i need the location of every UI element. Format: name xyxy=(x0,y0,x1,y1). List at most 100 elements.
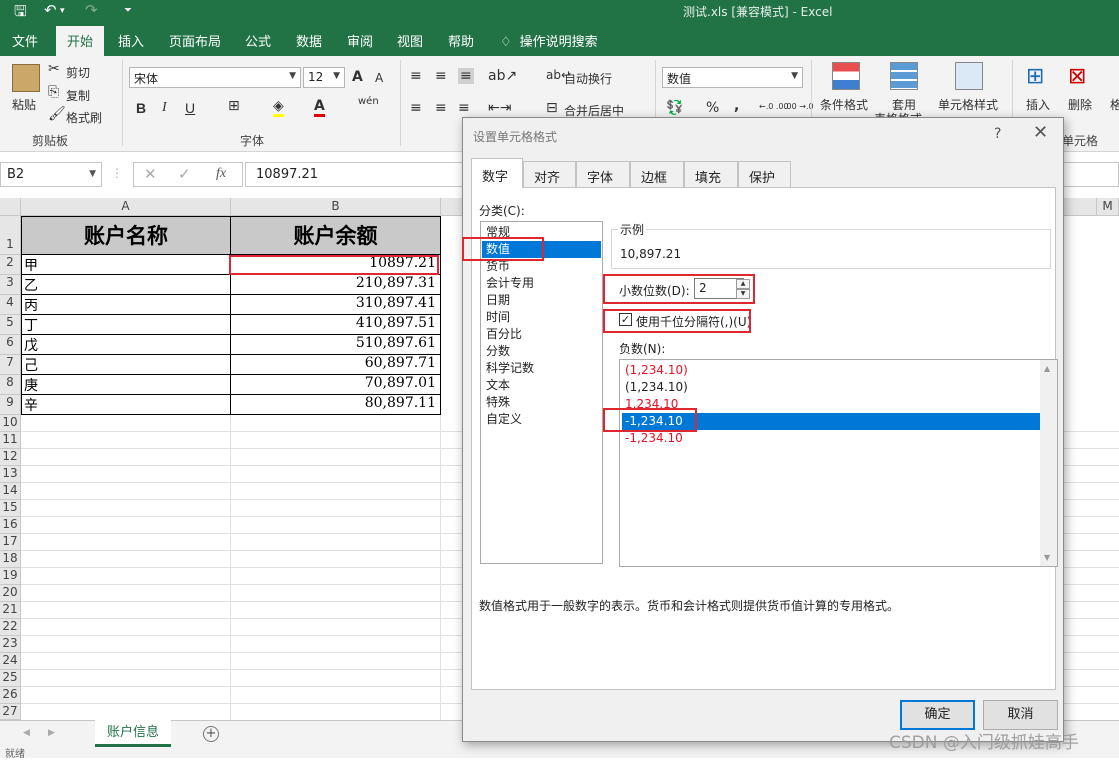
category-item[interactable]: 货币 xyxy=(482,258,601,275)
bold-button[interactable]: B xyxy=(136,100,146,116)
cell-a1[interactable]: 账户名称 xyxy=(21,216,231,255)
negative-format-item[interactable]: 1,234.10 xyxy=(622,396,1042,413)
insert-cells-label[interactable]: 插入 xyxy=(1026,96,1050,113)
underline-button[interactable]: U xyxy=(185,100,195,116)
row-header[interactable]: 11 xyxy=(0,432,21,449)
shrink-font-icon[interactable]: A xyxy=(375,71,383,85)
format-cells-label[interactable]: 格 xyxy=(1110,96,1119,113)
cell-a2[interactable]: 甲 xyxy=(21,254,231,275)
category-item[interactable]: 日期 xyxy=(482,292,601,309)
row-header[interactable]: 3 xyxy=(0,275,21,295)
category-item-selected[interactable]: 数值 xyxy=(482,241,601,258)
phonetic-icon[interactable]: wén xyxy=(358,96,379,107)
enter-icon[interactable]: ✓ xyxy=(178,165,191,183)
indent-icon[interactable]: ⇤⇥ xyxy=(488,100,511,116)
row-header[interactable]: 5 xyxy=(0,315,21,335)
row-header[interactable]: 19 xyxy=(0,568,21,585)
conditional-format-icon[interactable] xyxy=(832,62,860,90)
cell-b6[interactable]: 510,897.61 xyxy=(230,334,441,355)
spin-up-icon[interactable]: ▲ xyxy=(736,279,750,289)
format-painter-label[interactable]: 格式刷 xyxy=(66,109,102,126)
insert-function-icon[interactable]: fx xyxy=(216,166,226,182)
undo-icon[interactable]: ↶ xyxy=(44,1,57,19)
help-icon[interactable]: ? xyxy=(994,126,1001,142)
tell-me-search[interactable]: ♢ 操作说明搜索 xyxy=(500,31,598,50)
format-as-table-icon[interactable] xyxy=(890,62,918,90)
cell-a3[interactable]: 乙 xyxy=(21,274,231,295)
row-header[interactable]: 17 xyxy=(0,534,21,551)
tab-home[interactable]: 开始 xyxy=(56,26,105,56)
cell-b8[interactable]: 70,897.01 xyxy=(230,374,441,395)
row-header[interactable]: 26 xyxy=(0,687,21,704)
border-icon[interactable]: ⊞ xyxy=(228,98,240,114)
row-header[interactable]: 13 xyxy=(0,466,21,483)
cell-b7[interactable]: 60,897.71 xyxy=(230,354,441,375)
conditional-format-label[interactable]: 条件格式 xyxy=(820,96,868,113)
tab-file[interactable]: 文件 xyxy=(12,31,38,50)
category-item[interactable]: 分数 xyxy=(482,343,601,360)
column-header-a[interactable]: A xyxy=(21,198,231,216)
italic-button[interactable]: I xyxy=(162,100,167,116)
row-header[interactable]: 1 xyxy=(0,216,21,255)
category-item[interactable]: 常规 xyxy=(482,224,601,241)
row-header[interactable]: 10 xyxy=(0,415,21,432)
tab-data[interactable]: 数据 xyxy=(296,31,322,50)
comma-button[interactable]: , xyxy=(734,98,739,114)
row-header[interactable]: 24 xyxy=(0,653,21,670)
column-header-b[interactable]: B xyxy=(231,198,441,216)
cell-b1[interactable]: 账户余额 xyxy=(230,216,441,255)
row-header[interactable]: 21 xyxy=(0,602,21,619)
negative-numbers-list[interactable]: (1,234.10) (1,234.10) 1,234.10 -1,234.10… xyxy=(619,359,1058,567)
row-header[interactable]: 15 xyxy=(0,500,21,517)
cell-a4[interactable]: 丙 xyxy=(21,294,231,315)
align-right-icon[interactable]: ≡ xyxy=(458,100,470,116)
undo-dropdown-icon[interactable]: ▾ xyxy=(60,6,65,16)
percent-button[interactable]: % xyxy=(706,100,719,116)
close-icon[interactable]: ✕ xyxy=(1033,122,1048,143)
row-header[interactable]: 23 xyxy=(0,636,21,653)
ok-button[interactable]: 确定 xyxy=(900,700,975,730)
grow-font-icon[interactable]: A xyxy=(352,69,363,85)
align-top-icon[interactable]: ≡ xyxy=(410,68,422,84)
negative-format-item[interactable]: (1,234.10) xyxy=(622,362,1042,379)
category-item[interactable]: 会计专用 xyxy=(482,275,601,292)
number-format-combo[interactable]: 数值 ▼ xyxy=(662,67,803,88)
select-all-corner[interactable] xyxy=(0,198,21,216)
currency-icon[interactable]: 💱 xyxy=(666,100,683,116)
category-item[interactable]: 文本 xyxy=(482,377,601,394)
category-item[interactable]: 特殊 xyxy=(482,394,601,411)
row-header[interactable]: 6 xyxy=(0,335,21,355)
row-header[interactable]: 18 xyxy=(0,551,21,568)
cell-a8[interactable]: 庚 xyxy=(21,374,231,395)
cell-b5[interactable]: 410,897.51 xyxy=(230,314,441,335)
paste-icon[interactable] xyxy=(12,64,40,92)
align-middle-icon[interactable]: ≡ xyxy=(435,68,447,84)
column-header-l[interactable] xyxy=(1064,198,1097,216)
cell-b4[interactable]: 310,897.41 xyxy=(230,294,441,315)
row-header[interactable]: 9 xyxy=(0,395,21,415)
tab-insert[interactable]: 插入 xyxy=(118,31,144,50)
copy-label[interactable]: 复制 xyxy=(66,87,90,104)
merge-icon[interactable]: ⊟ xyxy=(546,100,558,116)
tab-font[interactable]: 字体 xyxy=(576,161,630,187)
cell-a7[interactable]: 己 xyxy=(21,354,231,375)
tab-page-layout[interactable]: 页面布局 xyxy=(169,31,221,50)
column-header-m[interactable]: M xyxy=(1097,198,1119,216)
align-left-icon[interactable]: ≡ xyxy=(410,100,422,116)
cell-a9[interactable]: 辛 xyxy=(21,394,231,415)
delete-cells-label[interactable]: 删除 xyxy=(1068,96,1092,113)
wrap-text-label[interactable]: 自动换行 xyxy=(564,70,612,87)
thousands-separator-label[interactable]: 使用千位分隔符(,)(U) xyxy=(636,313,751,330)
row-header[interactable]: 4 xyxy=(0,295,21,315)
align-center-icon[interactable]: ≡ xyxy=(435,100,447,116)
cell-styles-label[interactable]: 单元格样式 xyxy=(938,96,998,113)
align-bottom-icon[interactable]: ≡ xyxy=(458,68,474,84)
redo-icon[interactable]: ↷ xyxy=(85,1,98,19)
insert-cells-icon[interactable]: ⊞ xyxy=(1026,64,1044,89)
row-header[interactable]: 22 xyxy=(0,619,21,636)
name-box[interactable]: B2 ▼ xyxy=(0,162,102,187)
tab-review[interactable]: 审阅 xyxy=(347,31,373,50)
scroll-down-icon[interactable]: ▼ xyxy=(1044,553,1050,562)
tab-view[interactable]: 视图 xyxy=(397,31,423,50)
cell-styles-icon[interactable] xyxy=(955,62,983,90)
